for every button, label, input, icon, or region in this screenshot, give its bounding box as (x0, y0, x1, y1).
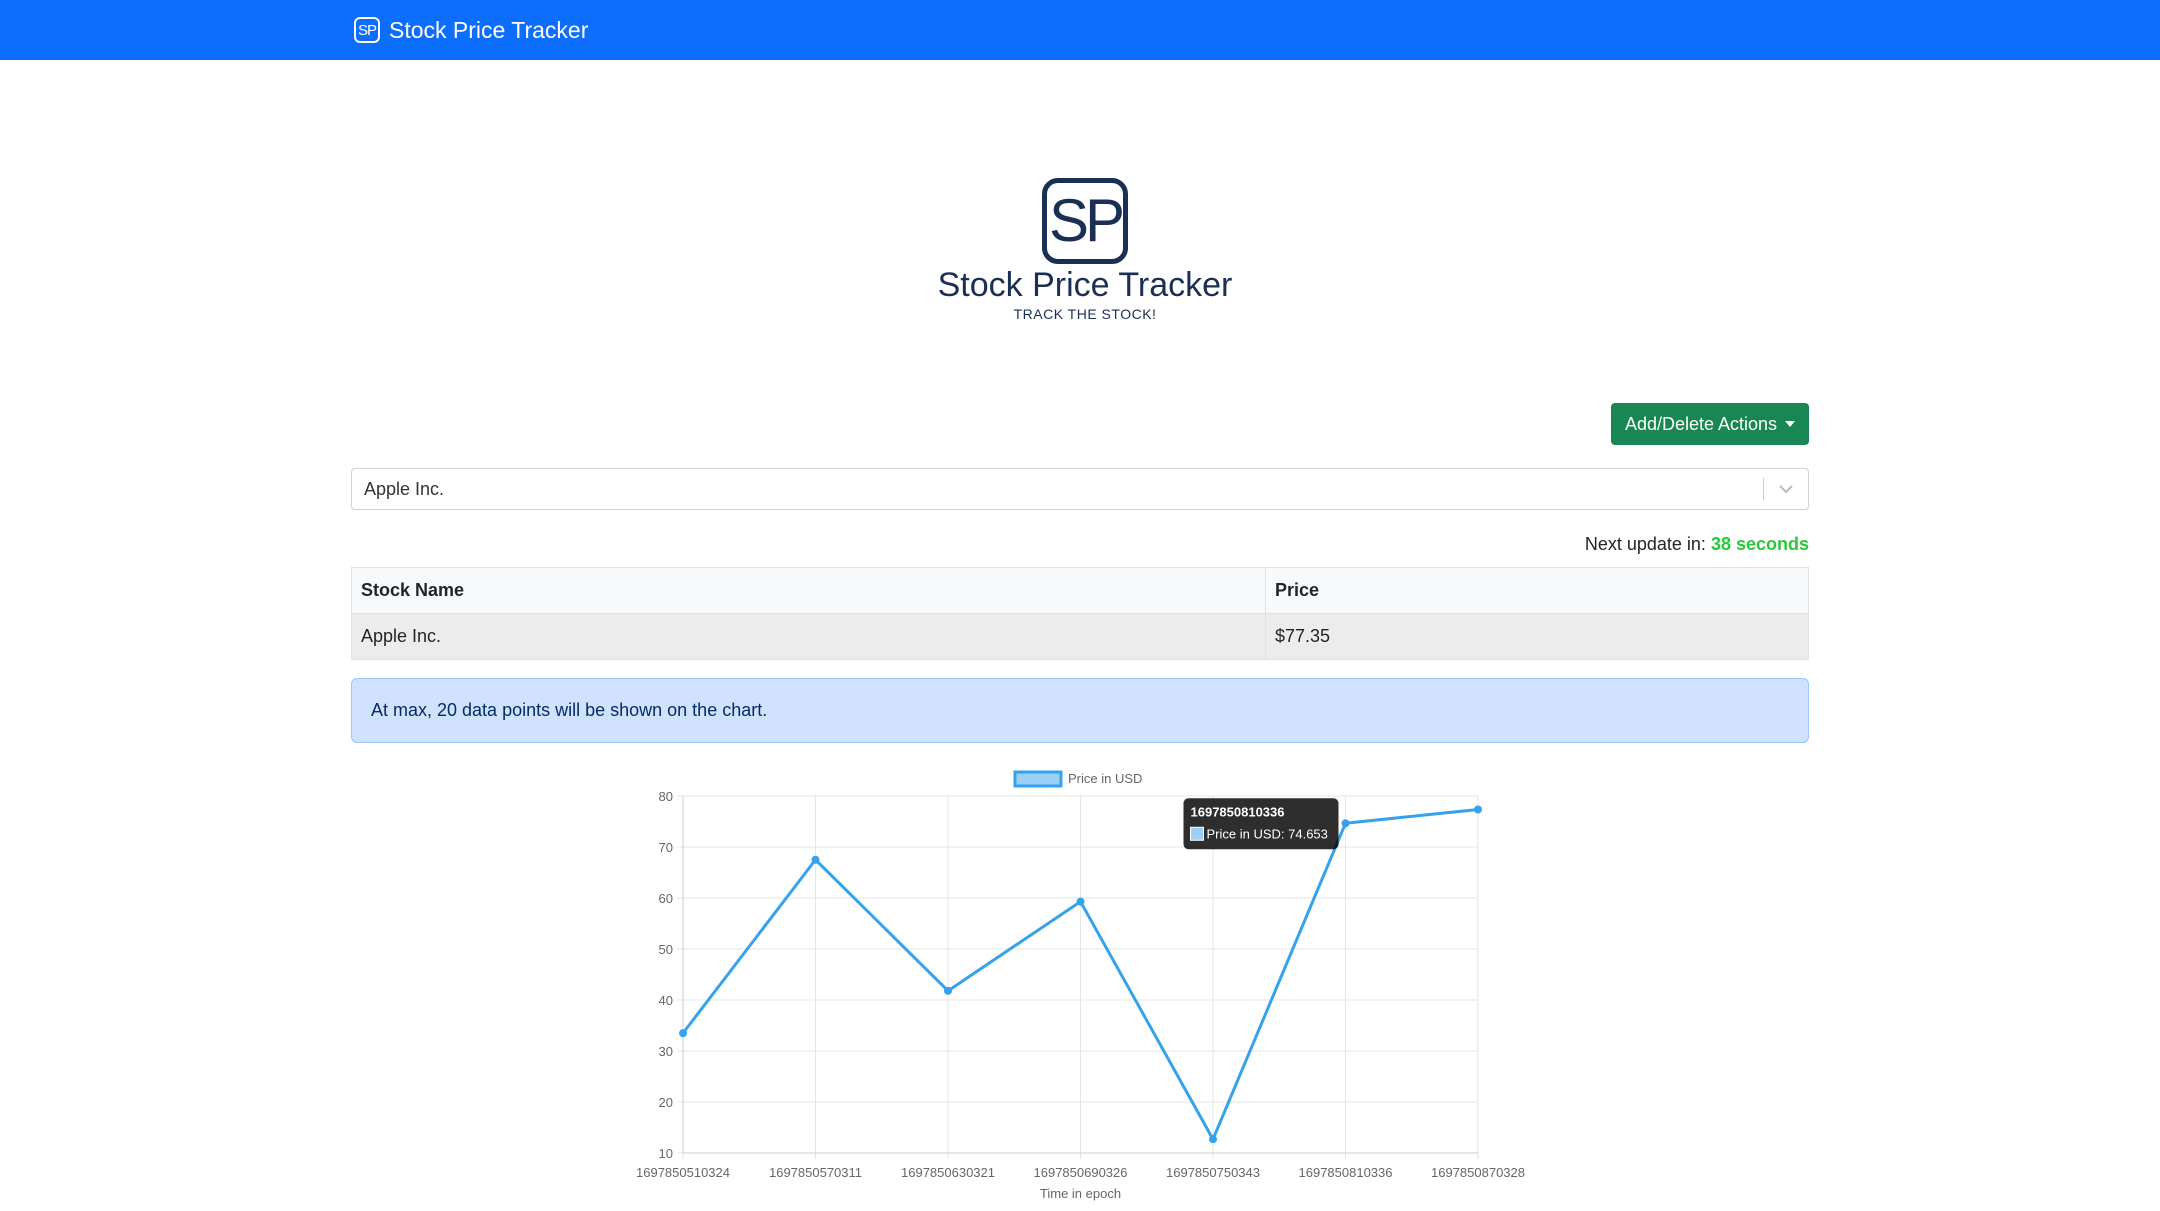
stock-select[interactable]: Apple Inc. (351, 468, 1809, 510)
y-tick-label: 40 (659, 993, 673, 1008)
data-point (944, 986, 952, 995)
x-tick-label: 1697850510324 (636, 1165, 730, 1180)
data-point (1341, 819, 1350, 828)
hero-logo: SP Stock Price Tracker TRACK THE STOCK! (930, 150, 1240, 350)
brand-logo-icon: SP (354, 17, 380, 43)
next-update-countdown: 38 seconds (1710, 534, 1809, 554)
x-axis-title: Time in epoch (1040, 1186, 1121, 1201)
x-tick-label: 1697850630321 (901, 1165, 995, 1180)
stock-name-cell: Apple Inc. (351, 613, 1266, 660)
column-header-price: Price (1265, 567, 1809, 614)
logo-title: Stock Price Tracker (937, 266, 1233, 304)
column-header-stock-name: Stock Name (351, 567, 1266, 614)
tooltip-swatch (1190, 826, 1204, 841)
y-tick-label: 20 (659, 1095, 673, 1110)
y-tick-label: 80 (659, 789, 673, 804)
legend-label: Price in USD (1068, 771, 1142, 786)
data-point (811, 855, 820, 864)
info-alert: At max, 20 data points will be shown on … (351, 678, 1809, 743)
add-delete-actions-label: Add/Delete Actions (1624, 413, 1778, 434)
y-tick-label: 60 (659, 891, 673, 906)
x-tick-label: 1697850870328 (1431, 1165, 1525, 1180)
y-tick-label: 70 (659, 840, 673, 855)
data-point (1209, 1135, 1217, 1144)
y-tick-label: 50 (659, 942, 673, 957)
x-tick-label: 1697850570311 (769, 1165, 862, 1180)
info-alert-text: At max, 20 data points will be shown on … (371, 700, 768, 720)
y-tick-label: 10 (659, 1146, 673, 1161)
add-delete-actions-button[interactable]: Add/Delete Actions (1611, 403, 1809, 445)
logo-tagline: TRACK THE STOCK! (1013, 306, 1157, 322)
x-tick-label: 1697850690326 (1034, 1165, 1128, 1180)
data-point (1076, 897, 1085, 906)
caret-down-icon (1785, 421, 1796, 427)
navbar-brand[interactable]: SP Stock Price Tracker (354, 14, 588, 46)
tooltip-title: 1697850810336 (1191, 804, 1285, 819)
stock-select-value: Apple Inc. (364, 478, 445, 499)
stock-price-cell: $77.35 (1265, 613, 1809, 660)
data-point (1474, 805, 1482, 814)
next-update-label: Next update in: (1584, 534, 1706, 554)
chevron-down-icon[interactable] (1764, 469, 1808, 509)
stock-table: Stock Name Price Apple Inc. $77.35 (351, 567, 1809, 660)
x-tick-label: 1697850750343 (1166, 1165, 1260, 1180)
y-tick-label: 30 (659, 1044, 673, 1059)
next-update: Next update in: 38 seconds (1400, 534, 1809, 555)
brand-title: Stock Price Tracker (389, 16, 589, 43)
data-point (679, 1029, 687, 1038)
x-tick-label: 1697850810336 (1299, 1165, 1393, 1180)
table-header-row: Stock Name Price (351, 567, 1809, 614)
table-row: Apple Inc. $77.35 (351, 613, 1809, 660)
legend-swatch (1013, 770, 1063, 788)
tooltip-label: Price in USD: 74.653 (1207, 826, 1328, 841)
logo-mark-icon: SP (1042, 178, 1128, 264)
navbar: SP Stock Price Tracker (0, 0, 2160, 60)
price-line-chart: 10 20 30 40 50 60 70 80 1697850510324 16978505703… (636, 770, 1525, 1201)
